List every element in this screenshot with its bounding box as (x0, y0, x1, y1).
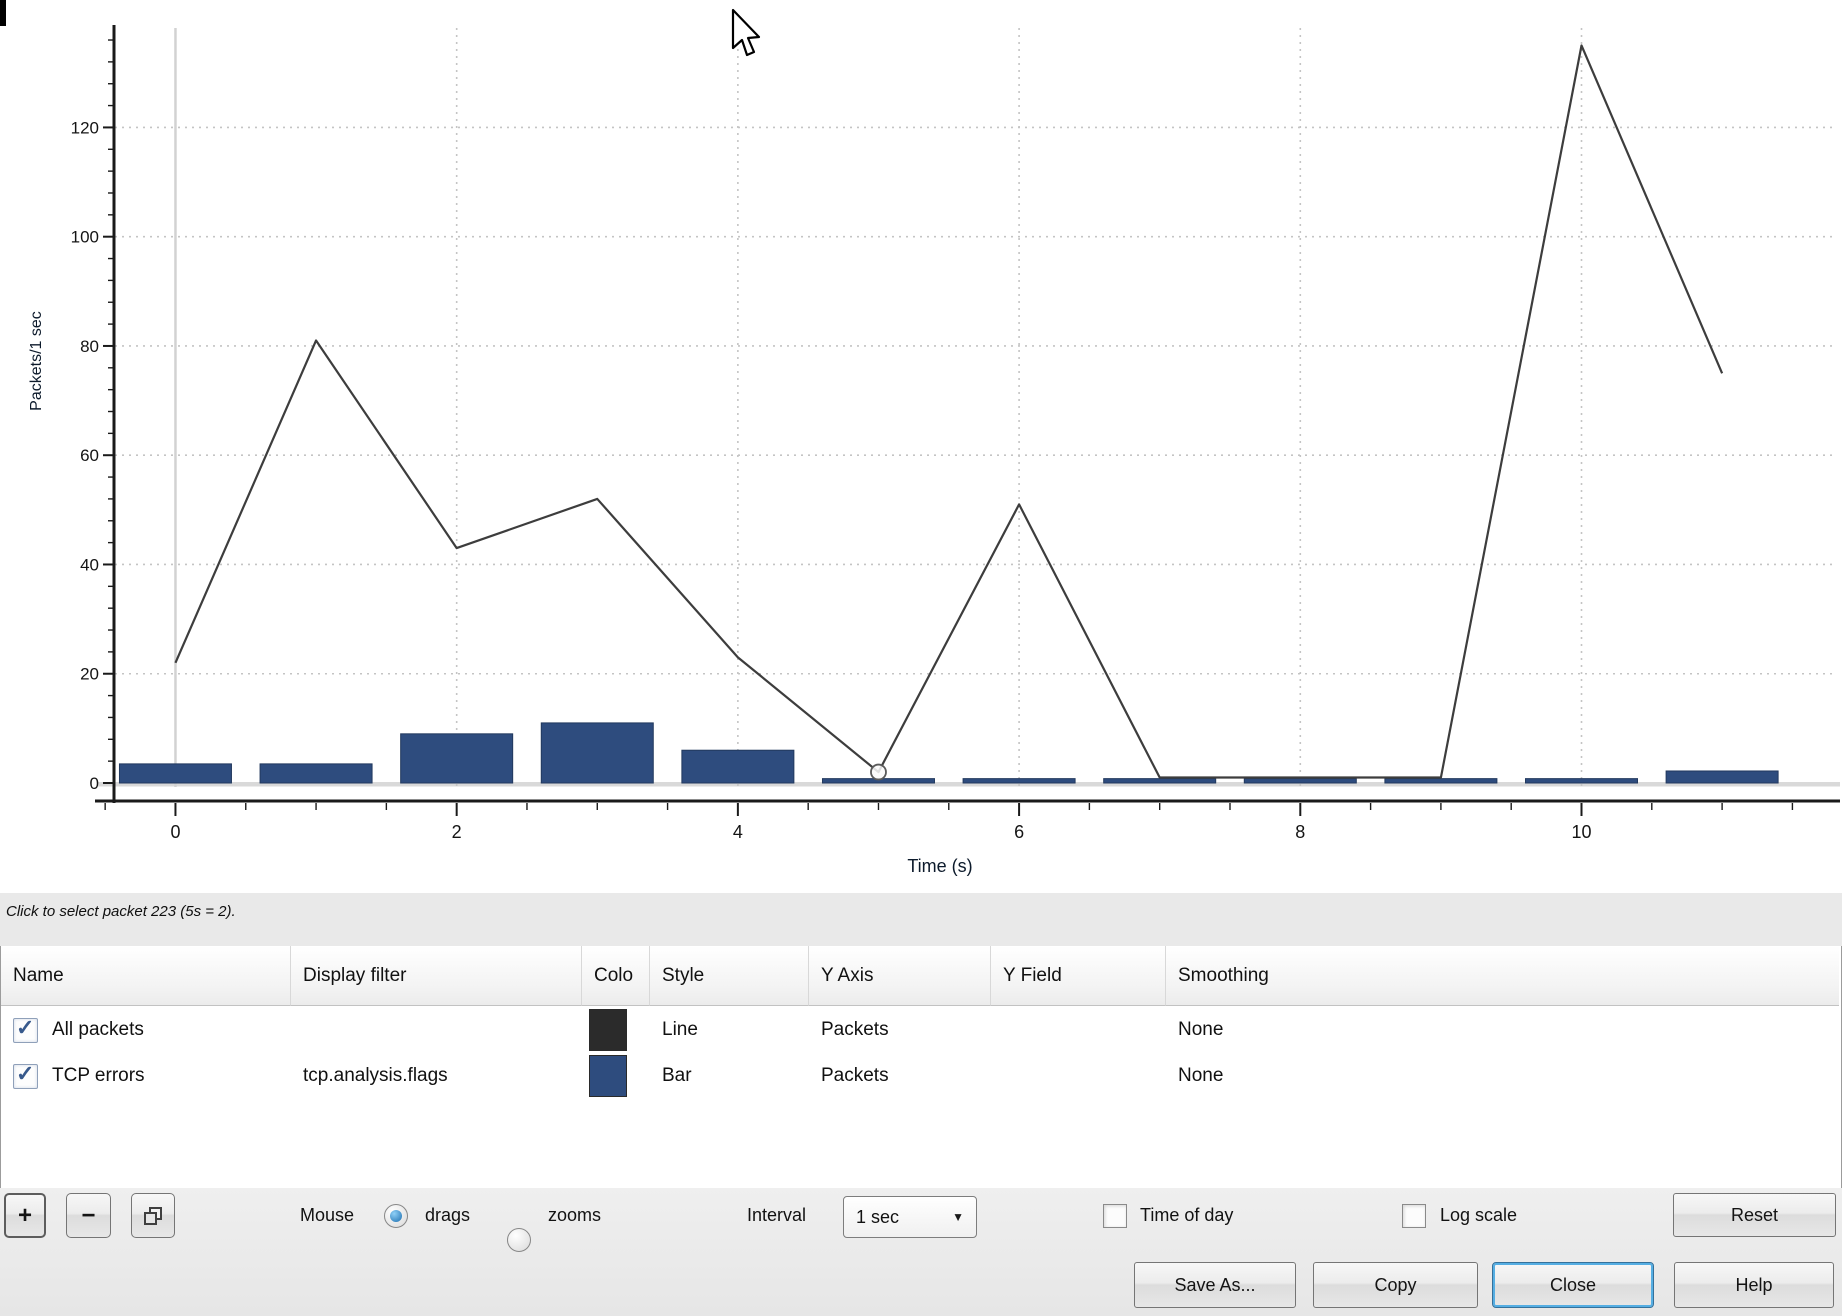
series-name: TCP errors (52, 1065, 145, 1087)
interval-value: 1 sec (856, 1207, 899, 1228)
series-y-field[interactable] (991, 1053, 1166, 1099)
series-y-axis[interactable]: Packets (809, 1053, 991, 1099)
column-header-style[interactable]: Style (650, 946, 809, 1006)
series-display-filter[interactable] (291, 1007, 582, 1053)
remove-graph-button[interactable]: − (66, 1193, 111, 1238)
check-icon: ✓ (16, 1015, 34, 1041)
column-header-y-axis[interactable]: Y Axis (809, 946, 991, 1006)
column-header-display-filter[interactable]: Display filter (291, 946, 582, 1006)
series-y-axis[interactable]: Packets (809, 1007, 991, 1053)
window-edge-artifact (0, 0, 6, 26)
column-header-color[interactable]: Colo (582, 946, 650, 1006)
io-graph-chart-area[interactable]: 0 20 40 60 80 100 120 0 2 4 6 8 10 Time (s) Packets/1… (0, 0, 1842, 893)
mouse-drags-label[interactable]: drags (425, 1205, 470, 1226)
check-icon: ✓ (16, 1061, 34, 1087)
svg-text:4: 4 (733, 822, 743, 842)
svg-text:100: 100 (71, 228, 99, 247)
add-graph-button[interactable]: + (4, 1193, 46, 1238)
copy-icon (144, 1207, 162, 1225)
interval-label: Interval (747, 1205, 806, 1226)
help-button[interactable]: Help (1674, 1262, 1834, 1308)
svg-text:60: 60 (80, 446, 99, 465)
series-color-swatch[interactable] (589, 1055, 627, 1097)
mouse-zooms-radio[interactable] (507, 1228, 531, 1252)
svg-text:20: 20 (80, 665, 99, 684)
svg-text:6: 6 (1014, 822, 1024, 842)
mouse-drags-radio[interactable] (384, 1204, 408, 1228)
row-enabled-checkbox[interactable]: ✓ (13, 1018, 38, 1043)
table-row-all-packets[interactable]: ✓ All packets Line Packets None (1, 1007, 1839, 1053)
time-of-day-label[interactable]: Time of day (1140, 1205, 1233, 1226)
copy-button[interactable]: Copy (1313, 1262, 1478, 1308)
svg-text:10: 10 (1571, 822, 1591, 842)
save-as-button[interactable]: Save As... (1134, 1262, 1296, 1308)
series-smoothing[interactable]: None (1166, 1053, 1839, 1099)
svg-text:80: 80 (80, 337, 99, 356)
series-smoothing[interactable]: None (1166, 1007, 1839, 1053)
row-enabled-checkbox[interactable]: ✓ (13, 1064, 38, 1089)
column-header-name[interactable]: Name (1, 946, 291, 1006)
svg-text:40: 40 (80, 555, 99, 574)
hint-status-bar: Click to select packet 223 (5s = 2). (0, 893, 1842, 947)
mouse-zooms-label[interactable]: zooms (548, 1205, 601, 1226)
series-color-swatch[interactable] (589, 1009, 627, 1051)
series-style[interactable]: Bar (650, 1053, 809, 1099)
time-of-day-checkbox[interactable] (1103, 1204, 1127, 1228)
reset-button[interactable]: Reset (1673, 1193, 1836, 1237)
svg-text:8: 8 (1295, 822, 1305, 842)
svg-text:2: 2 (452, 822, 462, 842)
svg-text:Time (s): Time (s) (907, 856, 972, 876)
log-scale-label[interactable]: Log scale (1440, 1205, 1517, 1226)
graph-series-table: Name Display filter Colo Style Y Axis Y … (0, 946, 1842, 1189)
controls-panel: + − Mouse drags zooms Interval 1 sec ▼ T… (0, 1188, 1842, 1316)
interval-dropdown[interactable]: 1 sec ▼ (843, 1196, 977, 1238)
series-name: All packets (52, 1019, 144, 1041)
column-header-y-field[interactable]: Y Field (991, 946, 1166, 1006)
svg-text:120: 120 (71, 118, 99, 137)
series-display-filter[interactable]: tcp.analysis.flags (291, 1053, 582, 1099)
mouse-cursor-icon (730, 8, 770, 62)
svg-text:0: 0 (90, 774, 99, 793)
close-button[interactable]: Close (1492, 1262, 1654, 1308)
table-row-tcp-errors[interactable]: ✓ TCP errors tcp.analysis.flags Bar Pack… (1, 1053, 1839, 1099)
io-graph-plot[interactable]: 0 20 40 60 80 100 120 0 2 4 6 8 10 Time (s) (0, 0, 1842, 893)
y-axis-label: Packets/1 sec (28, 286, 46, 436)
svg-text:0: 0 (170, 822, 180, 842)
column-header-smoothing[interactable]: Smoothing (1166, 946, 1839, 1006)
series-style[interactable]: Line (650, 1007, 809, 1053)
hint-status-text: Click to select packet 223 (5s = 2). (6, 903, 236, 920)
log-scale-checkbox[interactable] (1402, 1204, 1426, 1228)
series-y-field[interactable] (991, 1007, 1166, 1053)
chevron-down-icon: ▼ (952, 1210, 964, 1224)
mouse-label: Mouse (300, 1205, 354, 1226)
duplicate-graph-button[interactable] (131, 1193, 175, 1238)
